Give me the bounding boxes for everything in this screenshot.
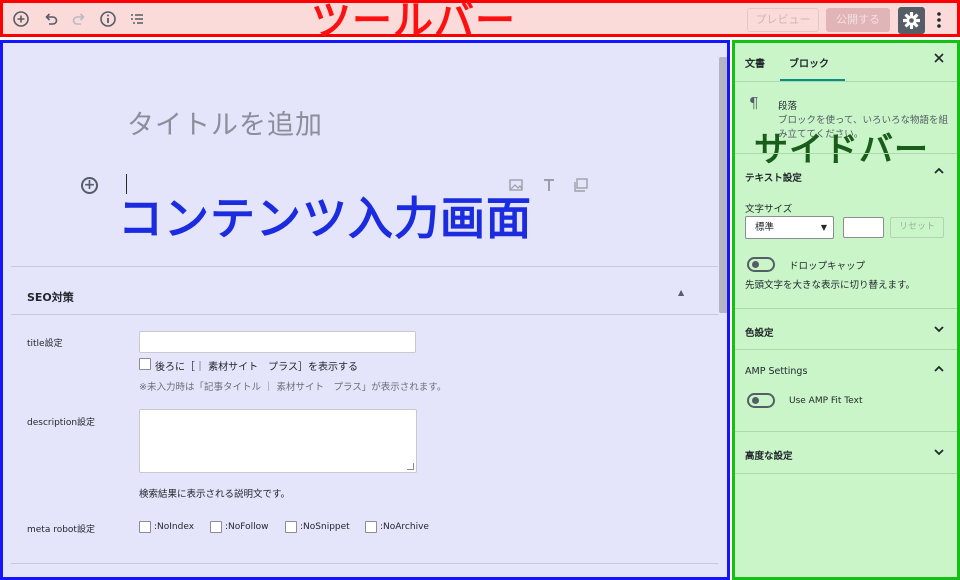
custom-font-size-input[interactable]	[843, 217, 884, 238]
sidebar-overlay-label: サイドバー	[754, 130, 929, 170]
description-setting-label: description設定	[27, 418, 96, 428]
chevron-down-icon[interactable]	[933, 446, 945, 461]
drop-cap-label: ドロップキャップ	[789, 261, 866, 272]
panel-advanced[interactable]: 高度な設定	[745, 448, 793, 462]
amp-fit-text-label: Use AMP Fit Text	[789, 396, 863, 406]
toolbar-overlay-label: ツールバー	[311, 0, 516, 44]
content-overlay-label: コンテンツ入力画面	[118, 192, 533, 245]
noindex-label: :NoIndex	[154, 522, 195, 532]
toggle-knob	[752, 261, 759, 268]
append-sitename-checkbox[interactable]	[139, 358, 151, 370]
post-title-input[interactable]: タイトルを追加	[127, 103, 323, 142]
font-size-label: 文字サイズ	[745, 204, 793, 215]
nofollow-checkbox[interactable]	[210, 521, 222, 533]
chevron-up-icon[interactable]	[933, 363, 945, 378]
divider	[11, 314, 718, 315]
panel-color-settings[interactable]: 色設定	[745, 325, 774, 339]
list-outline-icon[interactable]	[128, 10, 146, 28]
close-icon[interactable]	[933, 52, 945, 68]
nosnippet-checkbox[interactable]	[285, 521, 297, 533]
block-name: 段落	[778, 101, 798, 112]
tab-block[interactable]: ブロック	[789, 55, 829, 70]
font-size-selected: 標準	[755, 222, 775, 233]
resize-handle-icon[interactable]	[407, 463, 414, 470]
divider	[11, 266, 718, 267]
settings-sidebar: 文書 ブロック ¶ 段落 ブロックを使って、いろいろな物語を組み立ててください。…	[732, 40, 960, 580]
description-note: 検索結果に表示される説明文です。	[139, 489, 291, 500]
editor-toolbar: ツールバー プレビュー 公開する	[0, 0, 960, 43]
append-sitename-label: 後ろに［｜ 素材サイト プラス］を表示する	[155, 362, 358, 373]
font-size-reset-button[interactable]: リセット	[890, 217, 944, 238]
nosnippet-label: :NoSnippet	[300, 522, 350, 532]
meta-robot-label: meta robot設定	[27, 525, 95, 535]
divider	[735, 431, 957, 432]
amp-fit-text-toggle[interactable]	[747, 393, 775, 408]
add-block-icon[interactable]	[12, 10, 30, 28]
undo-icon[interactable]	[42, 10, 60, 28]
noarchive-checkbox[interactable]	[365, 521, 377, 533]
seo-description-textarea[interactable]	[139, 409, 417, 473]
divider	[735, 473, 957, 474]
panel-amp-settings[interactable]: AMP Settings	[745, 366, 807, 377]
inline-add-block-icon[interactable]: +	[81, 177, 98, 194]
noindex-checkbox[interactable]	[139, 521, 151, 533]
divider	[735, 81, 957, 82]
chevron-down-icon[interactable]	[933, 323, 945, 338]
seo-title-input[interactable]	[139, 331, 416, 353]
dropdown-arrow-icon: ▼	[820, 223, 827, 232]
paragraph-icon: ¶	[749, 94, 759, 112]
divider	[11, 563, 718, 564]
seo-section-title[interactable]: SEO対策	[27, 289, 74, 305]
divider	[735, 349, 957, 350]
divider	[735, 308, 957, 309]
more-vertical-icon[interactable]	[932, 9, 946, 31]
tab-document[interactable]: 文書	[745, 55, 765, 70]
drop-cap-help: 先頭文字を大きな表示に切り替えます。	[745, 280, 916, 291]
info-icon[interactable]	[99, 10, 117, 28]
title-note: ※未入力時は「記事タイトル ｜ 素材サイト プラス」が表示されます。	[139, 382, 447, 393]
publish-button[interactable]: 公開する	[826, 8, 890, 32]
editor-scrollbar[interactable]	[719, 57, 727, 313]
toggle-knob	[752, 397, 759, 404]
collapse-caret-icon[interactable]: ▲	[678, 288, 684, 297]
divider	[735, 153, 957, 154]
title-setting-label: title設定	[27, 339, 63, 349]
noarchive-label: :NoArchive	[380, 522, 429, 532]
nofollow-label: :NoFollow	[225, 522, 269, 532]
settings-gear-icon[interactable]	[898, 7, 925, 34]
drop-cap-toggle[interactable]	[747, 257, 775, 272]
preview-button[interactable]: プレビュー	[747, 8, 819, 32]
redo-icon[interactable]	[70, 10, 88, 28]
chevron-up-icon[interactable]	[933, 165, 945, 180]
content-editor-area: タイトルを追加 + コンテンツ入力画面 SEO対策 ▲ title設定 後ろに［…	[0, 40, 730, 580]
panel-text-settings[interactable]: テキスト設定	[745, 170, 802, 184]
gallery-block-icon[interactable]	[573, 177, 589, 193]
heading-block-icon[interactable]	[541, 177, 557, 193]
font-size-select[interactable]: 標準 ▼	[745, 216, 834, 239]
